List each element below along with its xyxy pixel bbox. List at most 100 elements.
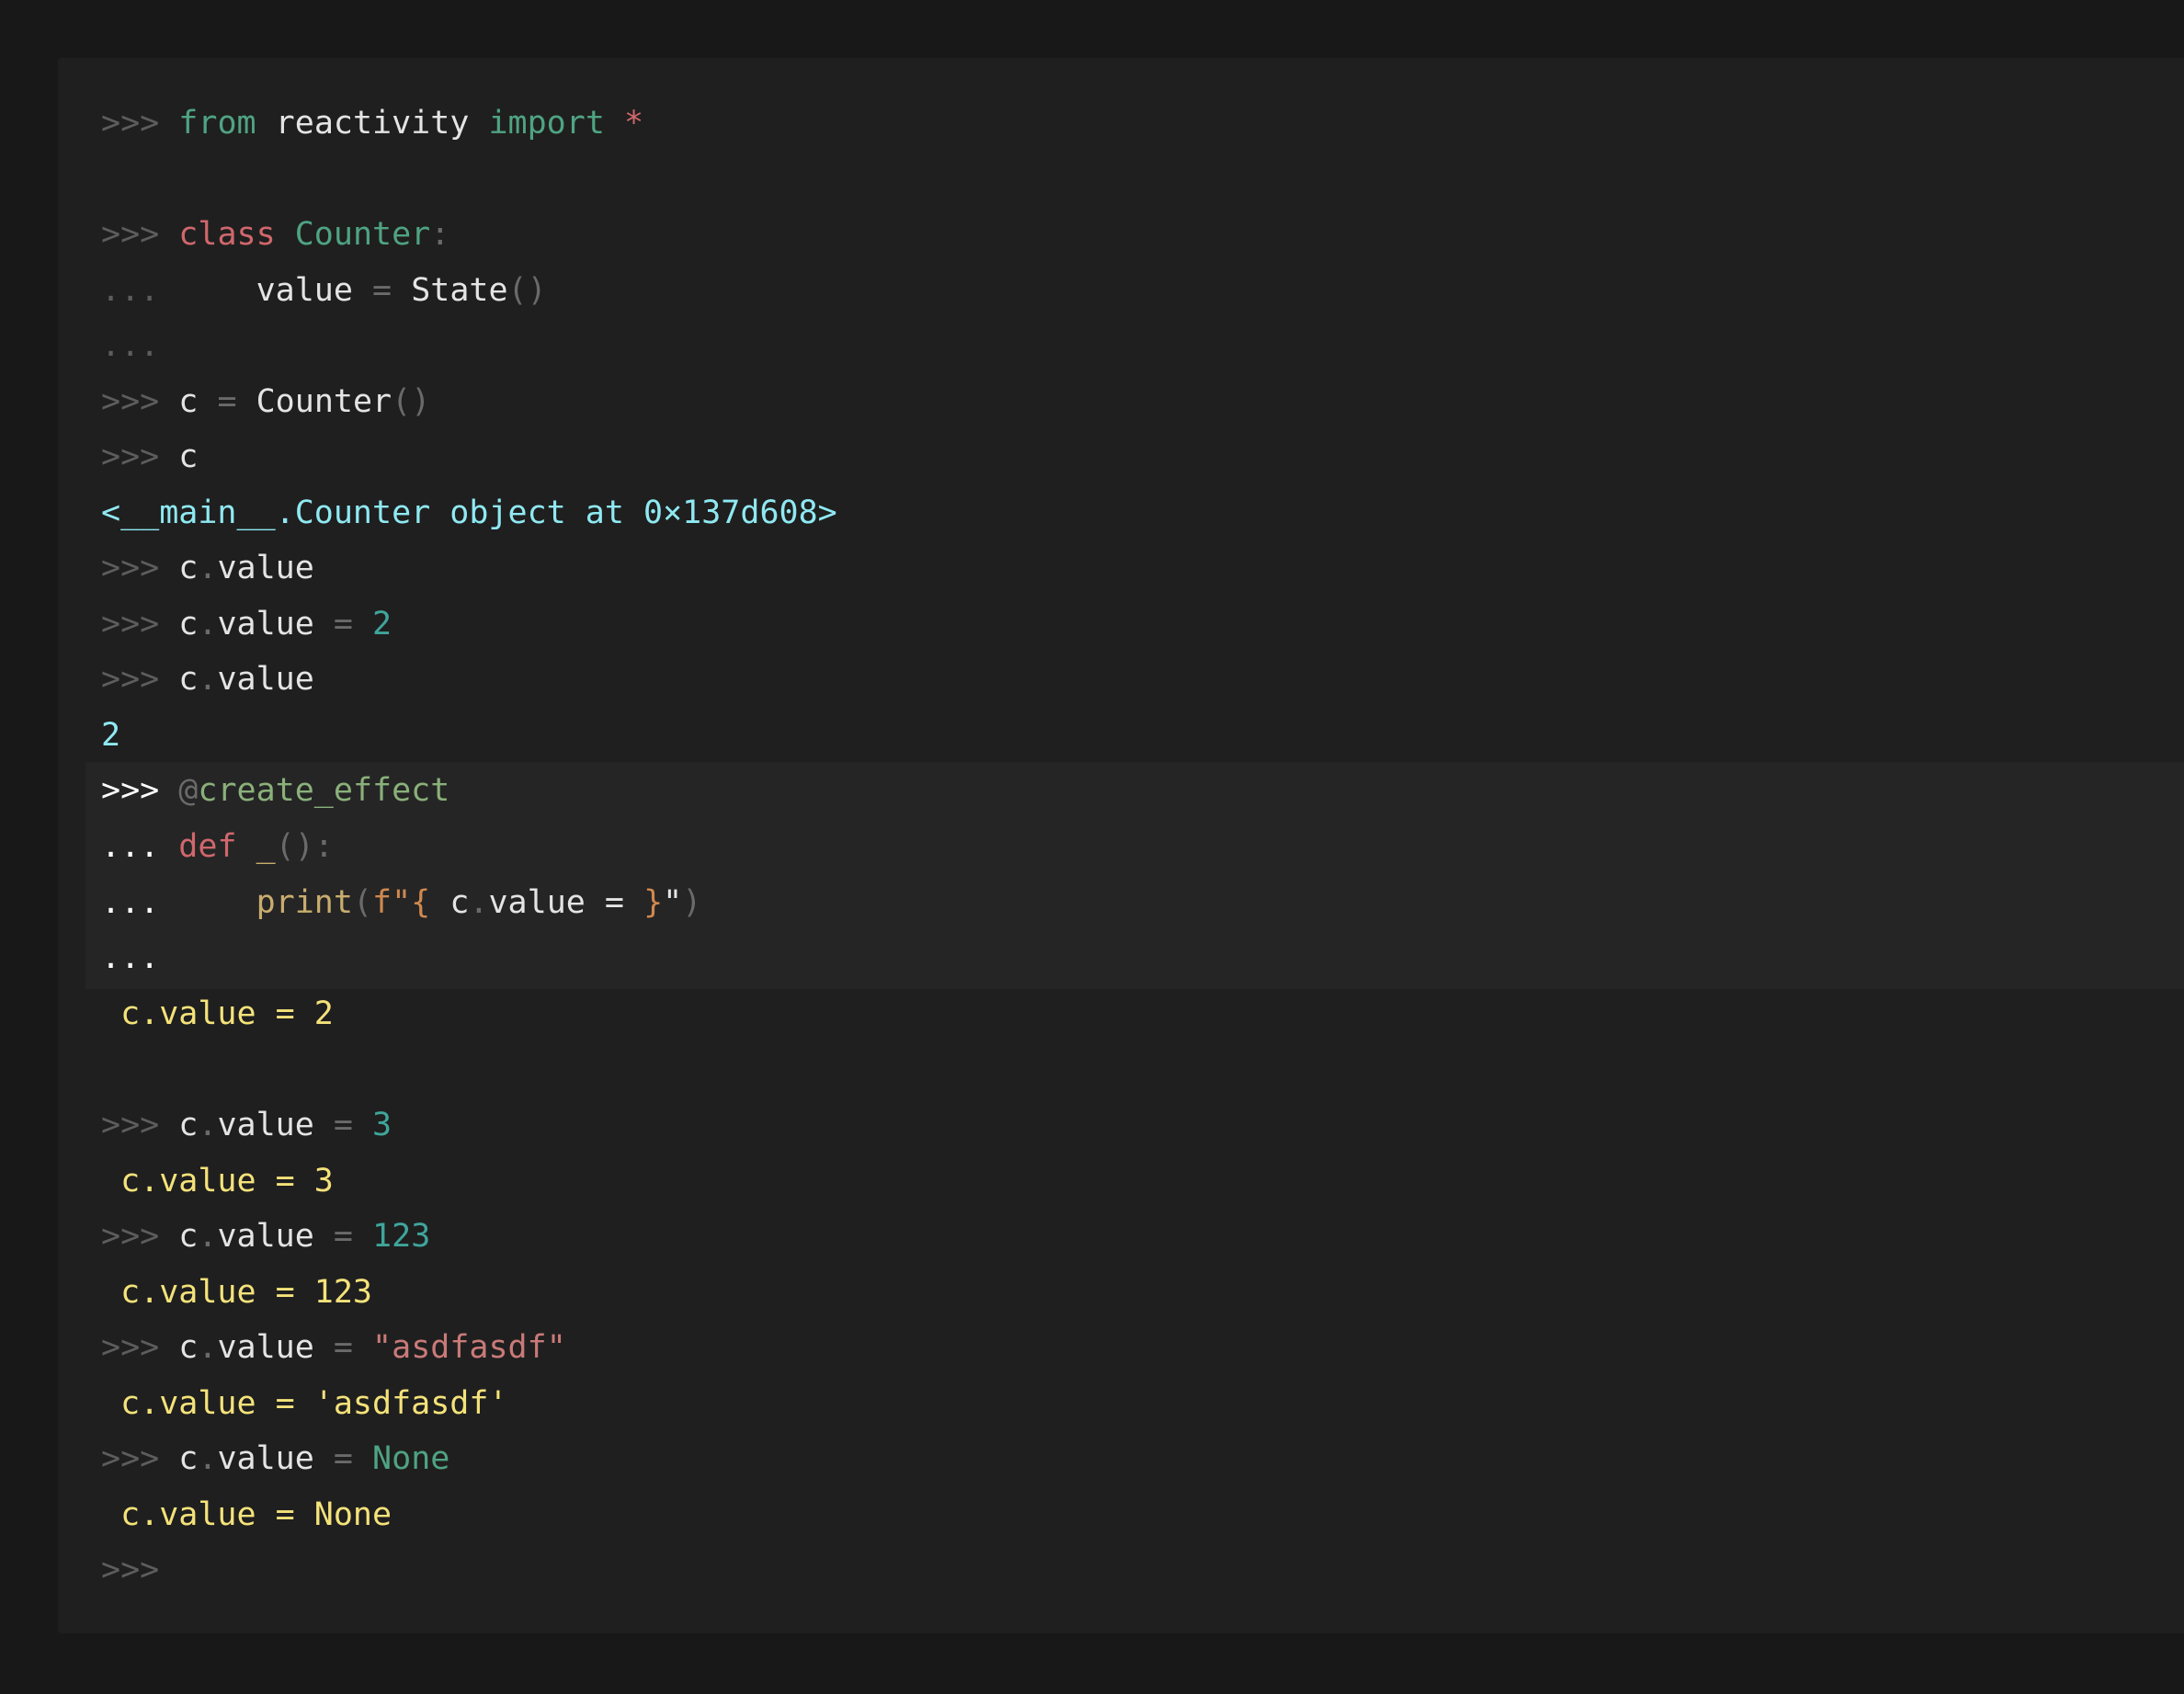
repl-line: >>> c.value xyxy=(101,652,314,707)
punctuation: . xyxy=(198,1107,218,1143)
repl-line: >>> class Counter: xyxy=(101,207,449,262)
keyword: from xyxy=(178,105,256,142)
punctuation: . xyxy=(469,884,489,921)
punctuation: . xyxy=(198,550,218,586)
prompt: >>> xyxy=(101,606,160,642)
fstring-brace: } xyxy=(643,884,664,921)
number-literal: 2 xyxy=(372,606,392,642)
identifier: value xyxy=(217,1329,314,1366)
identifier: value xyxy=(256,272,353,309)
prompt-active: >>> xyxy=(101,772,160,809)
prompt: >>> xyxy=(101,216,160,253)
decorator-symbol: @ xyxy=(178,772,199,809)
punctuation: () xyxy=(507,272,547,309)
prompt: >>> xyxy=(101,1440,160,1477)
none-literal: None xyxy=(372,1440,450,1477)
identifier: c xyxy=(178,1440,199,1477)
identifier: c xyxy=(178,383,199,420)
prompt: >>> xyxy=(101,105,160,142)
operator: = xyxy=(217,383,237,420)
identifier: value xyxy=(217,1218,314,1255)
operator: * xyxy=(623,105,644,142)
repl-line: >>> c.value = 3 xyxy=(101,1097,392,1153)
repl-line: >>> c = Counter() xyxy=(101,374,430,429)
identifier: Counter xyxy=(256,383,392,420)
fstring-quote: " xyxy=(663,884,683,921)
class-name: Counter xyxy=(294,216,431,253)
operator: = xyxy=(333,1329,353,1366)
print-output: c.value = 123 xyxy=(101,1274,373,1311)
repl-line: ... print(f"{ c.value = }") xyxy=(101,875,701,930)
identifier: c xyxy=(178,606,199,642)
prompt: ... xyxy=(101,272,160,309)
identifier: c xyxy=(178,1218,199,1255)
punctuation: (): xyxy=(275,828,334,865)
repl-line: ... xyxy=(101,930,159,985)
prompt: >>> xyxy=(101,383,160,420)
punctuation: . xyxy=(198,661,218,698)
identifier: c xyxy=(430,884,470,921)
function-name: _ xyxy=(256,828,276,865)
punctuation: . xyxy=(198,1440,218,1477)
identifier: c xyxy=(178,550,199,586)
prompt: >>> xyxy=(101,1552,160,1588)
repl-line: >>> c.value = None xyxy=(101,1431,449,1486)
fstring-prefix: f"{ xyxy=(372,884,431,921)
fstring-expression: value = xyxy=(488,884,644,921)
repl-result: <__main__.Counter object at 0×137d608> xyxy=(101,495,837,531)
keyword: class xyxy=(178,216,276,253)
punctuation: . xyxy=(198,1218,218,1255)
operator: = xyxy=(333,1107,353,1143)
prompt: >>> xyxy=(101,661,160,698)
punctuation: ( xyxy=(352,884,373,921)
repl-line: ... value = State() xyxy=(101,263,547,318)
repl-line: >>> c xyxy=(101,429,198,484)
module-name: reactivity xyxy=(275,105,470,142)
prompt: >>> xyxy=(101,550,160,586)
identifier: c xyxy=(178,661,199,698)
builtin-function: print xyxy=(256,884,353,921)
print-output: c.value = 3 xyxy=(101,1163,334,1199)
prompt-active: ... xyxy=(101,884,160,921)
identifier: value xyxy=(217,1107,314,1143)
repl-line: >>> c.value = 2 xyxy=(101,597,392,652)
keyword: def xyxy=(178,828,237,865)
identifier: c xyxy=(178,1107,199,1143)
identifier: State xyxy=(411,272,508,309)
number-literal: 123 xyxy=(372,1218,431,1255)
prompt: >>> xyxy=(101,1329,160,1366)
repl-result: 2 xyxy=(101,717,121,754)
print-output: c.value = None xyxy=(101,1496,392,1533)
keyword: import xyxy=(488,105,605,142)
number-literal: 3 xyxy=(372,1107,392,1143)
operator: = xyxy=(333,1218,353,1255)
punctuation: ) xyxy=(682,884,702,921)
prompt: >>> xyxy=(101,1107,160,1143)
prompt-active: ... xyxy=(101,828,160,865)
prompt-active: ... xyxy=(101,939,160,976)
identifier: value xyxy=(217,661,314,698)
string-literal: "asdfasdf" xyxy=(372,1329,566,1366)
print-output: c.value = 2 xyxy=(101,995,334,1032)
operator: = xyxy=(372,272,392,309)
prompt: >>> xyxy=(101,438,160,475)
punctuation: : xyxy=(430,216,450,253)
identifier: value xyxy=(217,606,314,642)
repl-input-line[interactable]: >>> xyxy=(101,1542,159,1597)
print-output: c.value = 'asdfasdf' xyxy=(101,1385,508,1422)
identifier: c xyxy=(178,1329,199,1366)
operator: = xyxy=(333,1440,353,1477)
punctuation: () xyxy=(392,383,431,420)
identifier: value xyxy=(217,550,314,586)
decorator-name: create_effect xyxy=(198,772,450,809)
identifier: c xyxy=(178,438,199,475)
repl-line: >>> c.value = 123 xyxy=(101,1209,430,1264)
repl-line: >>> from reactivity import * xyxy=(101,96,643,151)
repl-line: ... xyxy=(101,318,159,373)
punctuation: . xyxy=(198,606,218,642)
repl-line: ... def _(): xyxy=(101,819,334,874)
operator: = xyxy=(333,606,353,642)
repl-line: >>> @create_effect xyxy=(101,763,449,818)
